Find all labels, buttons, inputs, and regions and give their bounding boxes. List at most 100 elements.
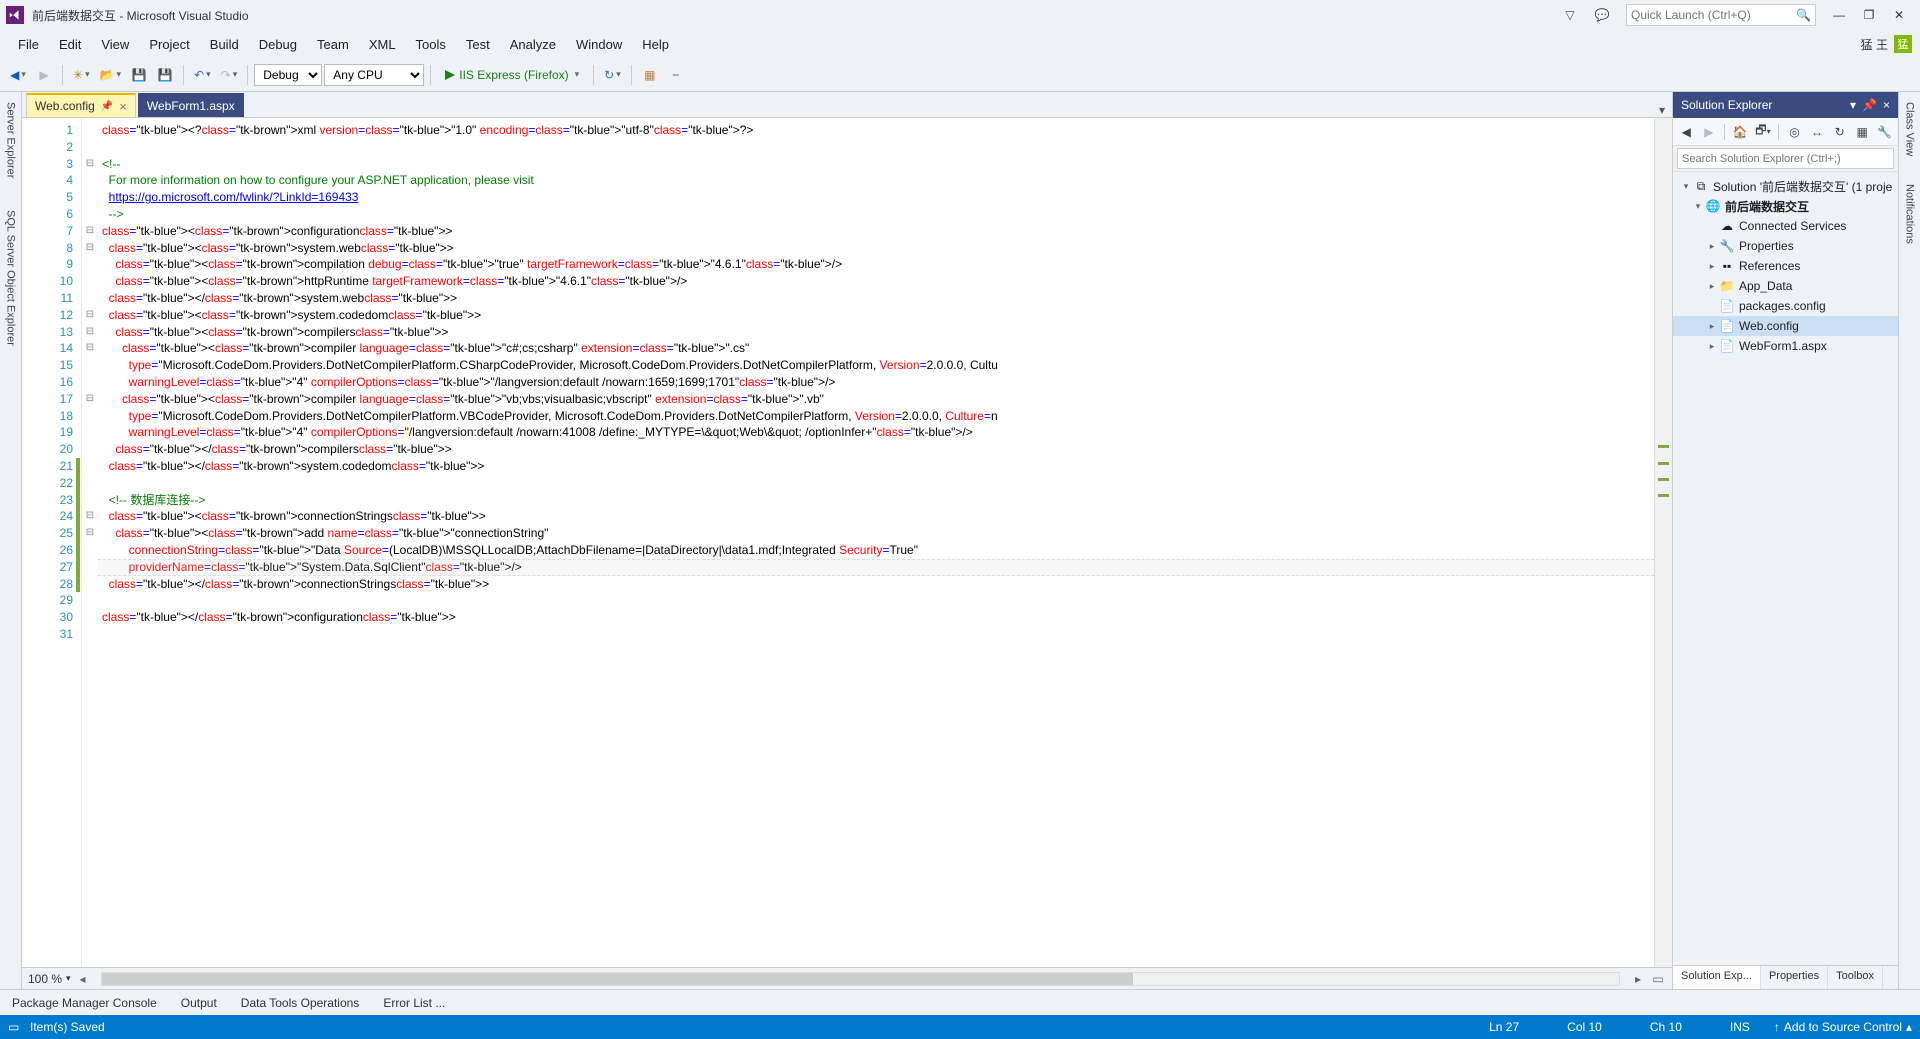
user-name[interactable]: 猛 王 — [1861, 36, 1888, 53]
menu-file[interactable]: File — [8, 33, 49, 56]
class-view-tab[interactable]: Class View — [1902, 98, 1918, 160]
horizontal-scrollbar[interactable] — [101, 972, 1620, 986]
document-tabs: Web.config 📌 × WebForm1.aspx ▾ — [22, 92, 1672, 118]
menu-build[interactable]: Build — [200, 33, 249, 56]
menu-test[interactable]: Test — [456, 33, 500, 56]
menu-edit[interactable]: Edit — [49, 33, 91, 56]
solution-explorer-search[interactable] — [1673, 146, 1898, 172]
references-node[interactable]: ▸▪▪References — [1673, 256, 1898, 276]
menu-xml[interactable]: XML — [359, 33, 406, 56]
menu-debug[interactable]: Debug — [249, 33, 307, 56]
se-back-icon[interactable]: ◀ — [1677, 122, 1696, 142]
solution-explorer-title: Solution Explorer ▾ 📌 × — [1673, 92, 1898, 118]
se-scope-icon[interactable]: ◎ — [1785, 122, 1804, 142]
chevron-up-icon: ▴ — [1906, 1020, 1912, 1034]
se-showall-icon[interactable]: ▦ — [1853, 122, 1872, 142]
new-project-button[interactable]: ✳▾ — [69, 63, 94, 87]
restore-button[interactable]: ❐ — [1854, 5, 1884, 25]
data-tools-operations-tab[interactable]: Data Tools Operations — [237, 994, 364, 1012]
right-tool-rail: Class View Notifications — [1898, 92, 1920, 989]
panel-dropdown-icon[interactable]: ▾ — [1850, 98, 1856, 112]
package-manager-console-tab[interactable]: Package Manager Console — [8, 994, 161, 1012]
config-file-icon: 📄 — [1719, 318, 1735, 334]
tab-overflow-button[interactable]: ▾ — [1652, 103, 1672, 117]
webform-node[interactable]: ▸📄WebForm1.aspx — [1673, 336, 1898, 356]
zoom-level[interactable]: 100 %▾ — [28, 972, 71, 986]
start-debug-button[interactable]: IIS Express (Firefox)▾ — [437, 63, 587, 87]
toolbar-overflow-button[interactable]: ⎯ — [664, 63, 688, 87]
toolbox-tab[interactable]: Toolbox — [1828, 966, 1883, 989]
app-data-node[interactable]: ▸📁App_Data — [1673, 276, 1898, 296]
notifications-tab[interactable]: Notifications — [1902, 180, 1918, 248]
close-button[interactable]: ✕ — [1884, 5, 1914, 25]
server-explorer-tab[interactable]: Server Explorer — [3, 98, 19, 182]
menu-tools[interactable]: Tools — [406, 33, 456, 56]
output-tab[interactable]: Output — [177, 994, 221, 1012]
vertical-scrollbar[interactable] — [1654, 118, 1672, 967]
project-node[interactable]: ▾🌐前后端数据交互 — [1673, 196, 1898, 216]
left-tool-rail: Server Explorer SQL Server Object Explor… — [0, 92, 22, 989]
sql-server-object-explorer-tab[interactable]: SQL Server Object Explorer — [3, 206, 19, 350]
hscroll-left[interactable]: ◂ — [75, 972, 91, 986]
redo-button[interactable]: ↷▾ — [217, 63, 242, 87]
line-number-gutter: 1234567891011121314151617181920212223242… — [22, 118, 82, 967]
nav-back-button[interactable]: ◀▾ — [6, 63, 30, 87]
folder-icon: 📁 — [1719, 278, 1735, 294]
panel-close-icon[interactable]: × — [1883, 98, 1890, 112]
browser-link-refresh-button[interactable]: ↻▾ — [600, 63, 625, 87]
menu-team[interactable]: Team — [307, 33, 359, 56]
nav-forward-button[interactable]: ▶ — [32, 63, 56, 87]
save-all-button[interactable]: 💾 — [153, 63, 177, 87]
user-avatar[interactable]: 猛 — [1894, 35, 1912, 53]
quick-launch-input[interactable] — [1631, 8, 1796, 22]
code-area[interactable]: class="tk-blue"><?class="tk-brown">xml v… — [98, 118, 1654, 967]
solution-explorer-search-input[interactable] — [1677, 148, 1894, 169]
solution-tree[interactable]: ▾⧉Solution '前后端数据交互' (1 proje ▾🌐前后端数据交互 … — [1673, 172, 1898, 965]
pin-icon[interactable]: 📌 — [101, 101, 113, 112]
solution-explorer-tab[interactable]: Solution Exp... — [1673, 966, 1761, 989]
menu-window[interactable]: Window — [566, 33, 632, 56]
undo-button[interactable]: ↶▾ — [190, 63, 215, 87]
panel-pin-icon[interactable]: 📌 — [1862, 98, 1877, 112]
menu-help[interactable]: Help — [632, 33, 679, 56]
split-editor-icon[interactable]: ▭ — [1650, 972, 1666, 986]
se-home-icon[interactable]: 🏠 — [1731, 122, 1750, 142]
platform-select[interactable]: Any CPU — [324, 64, 424, 86]
menu-analyze[interactable]: Analyze — [500, 33, 566, 56]
menu-view[interactable]: View — [91, 33, 139, 56]
wrench-icon: 🔧 — [1719, 238, 1735, 254]
se-forward-icon[interactable]: ▶ — [1700, 122, 1719, 142]
source-control-button[interactable]: ↑ Add to Source Control ▴ — [1774, 1020, 1912, 1034]
close-tab-icon[interactable]: × — [119, 100, 127, 113]
properties-node[interactable]: ▸🔧Properties — [1673, 236, 1898, 256]
minimize-button[interactable]: — — [1824, 5, 1854, 25]
code-editor[interactable]: 1234567891011121314151617181920212223242… — [22, 118, 1672, 967]
solution-node[interactable]: ▾⧉Solution '前后端数据交互' (1 proje — [1673, 176, 1898, 196]
fold-column[interactable]: ⊟⊟⊟⊟⊟⊟⊟⊟⊟ — [82, 118, 98, 967]
se-sync-icon[interactable]: 🗗▾ — [1754, 122, 1773, 142]
quick-launch[interactable]: 🔍 — [1626, 4, 1816, 26]
status-ch: Ch 10 — [1650, 1020, 1682, 1034]
open-file-button[interactable]: 📂▾ — [96, 63, 125, 87]
se-refresh-icon[interactable]: ↻ — [1830, 122, 1849, 142]
packages-config-node[interactable]: 📄packages.config — [1673, 296, 1898, 316]
error-list-tab[interactable]: Error List ... — [379, 994, 449, 1012]
tab-web-config[interactable]: Web.config 📌 × — [26, 93, 136, 117]
hscroll-right[interactable]: ▸ — [1630, 972, 1646, 986]
se-pending-icon[interactable]: ↔ — [1808, 122, 1827, 142]
notifications-flag-icon[interactable]: ▽ — [1556, 5, 1584, 25]
save-button[interactable]: 💾 — [127, 63, 151, 87]
aspx-file-icon: 📄 — [1719, 338, 1735, 354]
web-config-node[interactable]: ▸📄Web.config — [1673, 316, 1898, 336]
properties-tab[interactable]: Properties — [1761, 966, 1828, 989]
menu-project[interactable]: Project — [139, 33, 199, 56]
editor-status-strip: 100 %▾ ◂ ▸ ▭ — [22, 967, 1672, 989]
search-icon: 🔍 — [1796, 8, 1811, 22]
configuration-select[interactable]: Debug — [254, 64, 322, 86]
feedback-icon[interactable]: 💬 — [1588, 5, 1616, 25]
tab-webform1[interactable]: WebForm1.aspx — [138, 93, 244, 117]
connected-services-node[interactable]: ☁Connected Services — [1673, 216, 1898, 236]
status-line: Ln 27 — [1489, 1020, 1519, 1034]
extensions-button[interactable]: ▦ — [638, 63, 662, 87]
se-properties-icon[interactable]: 🔧 — [1875, 122, 1894, 142]
